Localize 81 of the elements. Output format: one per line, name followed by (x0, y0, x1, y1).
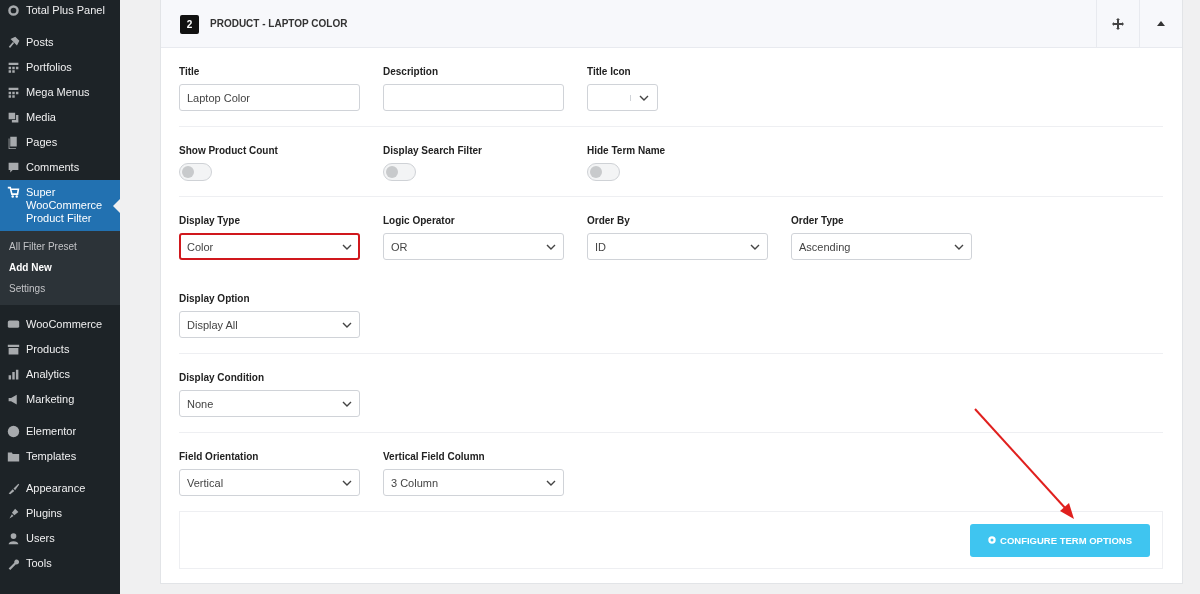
dropdown[interactable]: Color (179, 233, 360, 260)
sidebar-item[interactable]: Elementor (0, 419, 120, 444)
sidebar-item[interactable]: Products (0, 337, 120, 362)
chevron-down-icon (639, 94, 649, 101)
sidebar-item[interactable]: Appearance (0, 476, 120, 501)
menu-icon (7, 318, 20, 331)
menu-icon (7, 507, 20, 520)
sidebar-item[interactable]: Mega Menus (0, 80, 120, 105)
number-badge: 2 (180, 15, 199, 34)
field-label: Order Type (791, 215, 845, 227)
chevron-down-icon (342, 243, 352, 250)
menu-icon (7, 482, 20, 495)
dropdown[interactable]: Display All (179, 311, 360, 338)
menu-icon (7, 61, 20, 74)
field-label: Show Product Count (179, 145, 279, 157)
caret-up-icon (1157, 21, 1165, 26)
dropdown[interactable]: ID (587, 233, 768, 260)
sidebar-item[interactable]: Super WooCommerce Product Filter (0, 180, 120, 231)
text-field[interactable]: Laptop Color (179, 84, 360, 111)
text-field[interactable] (383, 84, 564, 111)
sidebar-item[interactable]: Tools (0, 551, 120, 576)
toggle-switch[interactable] (179, 163, 212, 181)
sidebar-item[interactable]: Media (0, 105, 120, 130)
field-label: Logic Operator (383, 215, 456, 227)
sidebar-item[interactable]: Posts (0, 30, 120, 55)
dropdown[interactable]: Vertical (179, 469, 360, 496)
field-label: Display Search Filter (383, 145, 483, 157)
field-label: Title (179, 66, 201, 78)
dropdown[interactable]: None (179, 390, 360, 417)
field-label: Vertical Field Column (383, 451, 486, 463)
submenu-item[interactable]: Settings (0, 278, 120, 299)
sidebar-item[interactable]: Total Plus Panel (0, 0, 120, 23)
menu-icon (7, 557, 20, 570)
sidebar-item[interactable]: Pages (0, 130, 120, 155)
sidebar-item[interactable]: WooCommerce (0, 312, 120, 337)
chevron-down-icon (546, 479, 556, 486)
menu-icon (7, 425, 20, 438)
toggle-switch[interactable] (383, 163, 416, 181)
field-label: Display Condition (179, 372, 265, 384)
menu-icon (7, 186, 20, 199)
chevron-down-icon (342, 321, 352, 328)
menu-icon (7, 161, 20, 174)
sidebar-item[interactable]: Analytics (0, 362, 120, 387)
panel-title: PRODUCT - LAPTOP COLOR (210, 18, 349, 29)
sidebar-item[interactable]: Users (0, 526, 120, 551)
chevron-down-icon (342, 479, 352, 486)
menu-icon (7, 4, 20, 17)
menu-icon (7, 86, 20, 99)
sidebar-item[interactable]: Comments (0, 155, 120, 180)
menu-icon (7, 36, 20, 49)
submenu-item[interactable]: Add New (0, 257, 120, 278)
move-icon (1112, 17, 1124, 30)
dropdown[interactable]: Ascending (791, 233, 972, 260)
chevron-down-icon (342, 400, 352, 407)
field-label: Description (383, 66, 439, 78)
field-label: Hide Term Name (587, 145, 667, 157)
field-label: Display Type (179, 215, 241, 227)
chevron-down-icon (546, 243, 556, 250)
submenu-item[interactable]: All Filter Preset (0, 236, 120, 257)
toggle-switch[interactable] (587, 163, 620, 181)
chevron-down-icon (954, 243, 964, 250)
menu-icon (7, 450, 20, 463)
sidebar-item[interactable]: Templates (0, 444, 120, 469)
sidebar-item[interactable]: Marketing (0, 387, 120, 412)
menu-icon (7, 343, 20, 356)
field-label: Field Orientation (179, 451, 260, 463)
sidebar-item[interactable]: Portfolios (0, 55, 120, 80)
sidebar-item[interactable]: Plugins (0, 501, 120, 526)
menu-icon (7, 532, 20, 545)
menu-icon (7, 368, 20, 381)
dropdown[interactable]: OR (383, 233, 564, 260)
icon-picker-dropdown[interactable] (587, 84, 658, 111)
field-label: Display Option (179, 293, 251, 305)
menu-icon (7, 393, 20, 406)
field-label: Title Icon (587, 66, 632, 78)
menu-icon (7, 111, 20, 124)
dropdown[interactable]: 3 Column (383, 469, 564, 496)
gear-icon (988, 536, 996, 544)
menu-icon (7, 136, 20, 149)
field-label: Order By (587, 215, 631, 227)
chevron-down-icon (750, 243, 760, 250)
